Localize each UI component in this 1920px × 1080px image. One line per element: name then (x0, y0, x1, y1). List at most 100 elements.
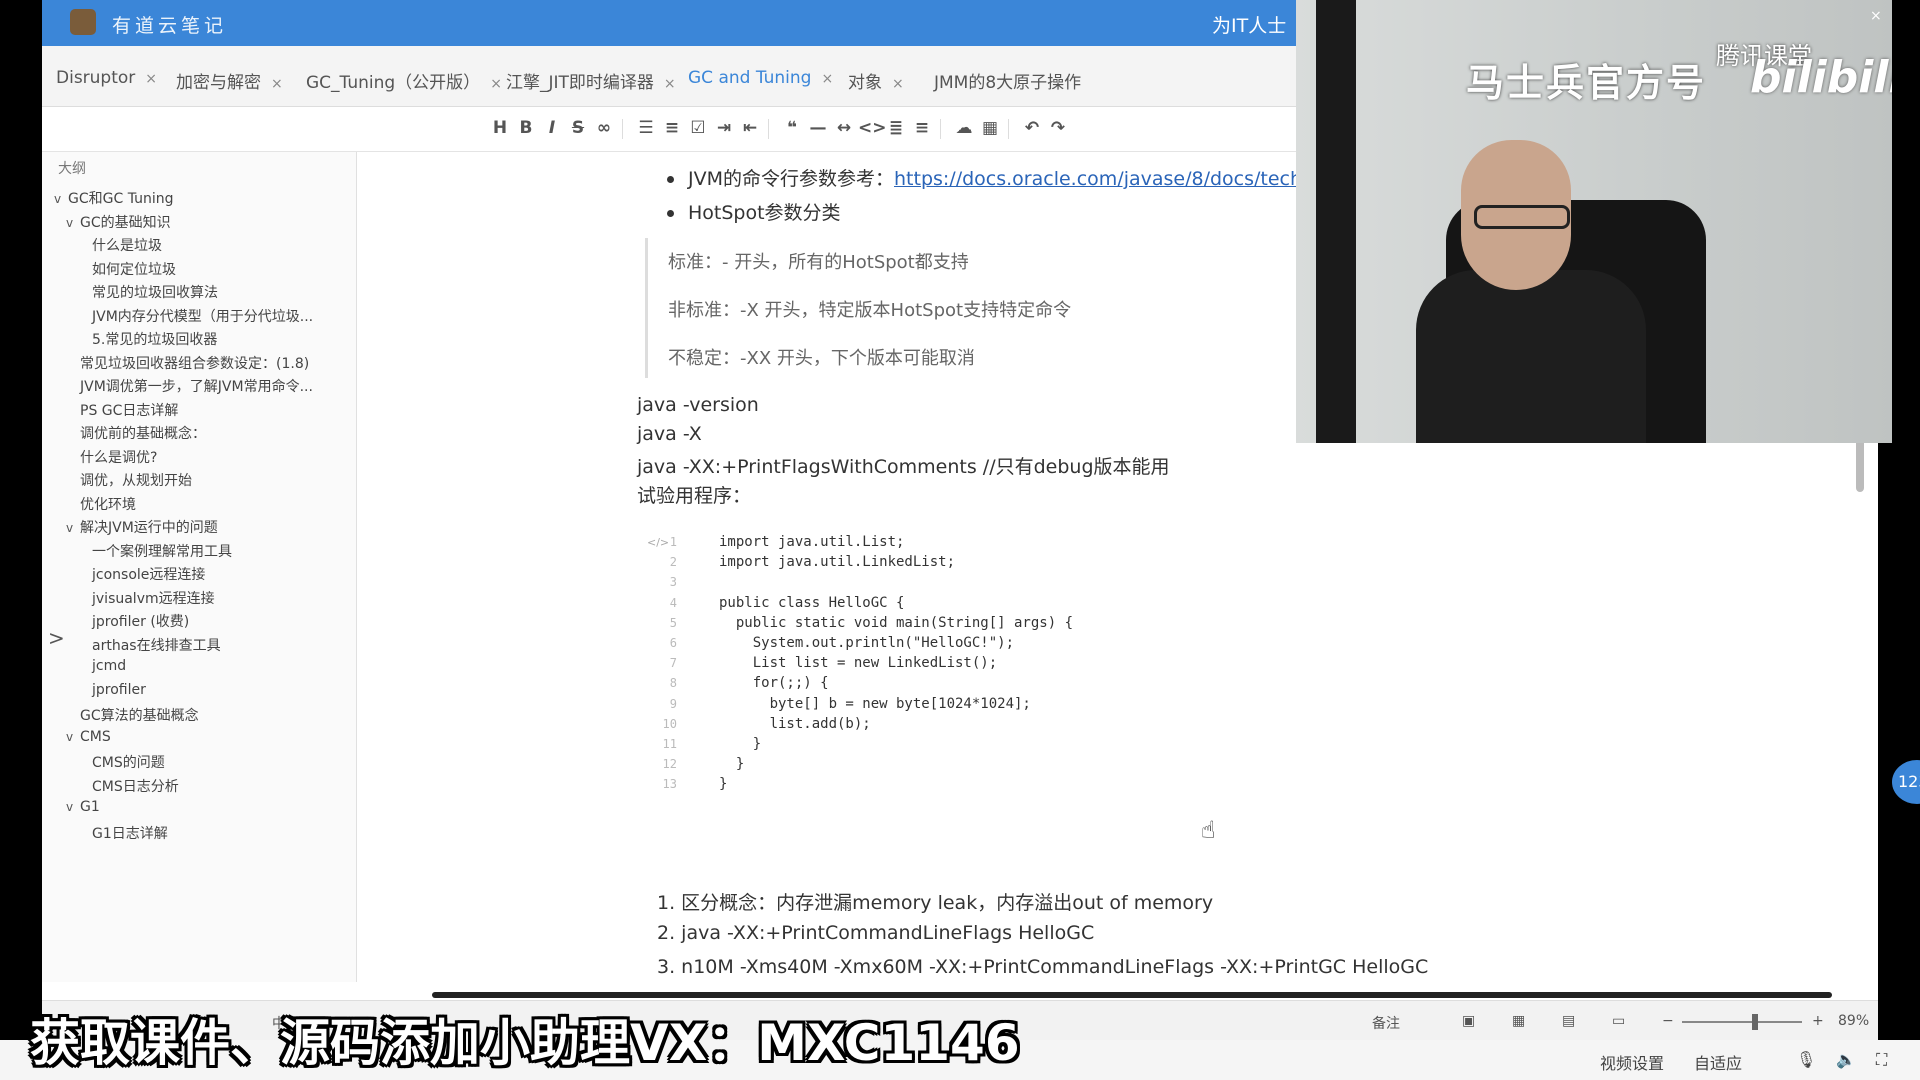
outline-item[interactable]: jvisualvm远程连接 (92, 588, 215, 608)
outline-item[interactable]: 常见垃圾回收器组合参数设定：(1.8) (80, 353, 309, 373)
outline-item[interactable]: v GC的基础知识 (66, 212, 171, 232)
outline-item[interactable]: 一个案例理解常用工具 (92, 541, 232, 561)
view-present-icon[interactable]: ▭ (1612, 1013, 1625, 1029)
zoom-out-button[interactable]: − (1662, 1013, 1674, 1029)
link-card-icon[interactable]: ↔ (832, 117, 856, 139)
align-icon[interactable]: ≣ (884, 117, 908, 139)
outline-item[interactable]: PS GC日志详解 (80, 400, 178, 420)
close-icon[interactable]: × (1870, 8, 1882, 24)
quote-line-nonstandard: 非标准：-X 开头，特定版本HotSpot支持特定命令 (668, 300, 1072, 321)
sidebar-expand-icon[interactable]: > (48, 626, 65, 650)
outdent-icon[interactable]: ⇤ (738, 117, 762, 139)
tab-jmm[interactable]: JMM的8大原子操作 (934, 68, 1081, 93)
outline-item[interactable]: v 解决JVM运行中的问题 (66, 517, 218, 537)
undo-icon[interactable]: ↶ (1020, 117, 1044, 139)
heading-icon[interactable]: H (488, 117, 512, 139)
checklist-icon[interactable]: ☑ (686, 117, 710, 139)
outline-item[interactable]: 常见的垃圾回收算法 (92, 282, 218, 302)
cloud-icon[interactable]: ☁ (952, 117, 976, 139)
notes-button[interactable]: 备注 (1372, 1013, 1400, 1033)
outline-item[interactable]: 优化环境 (80, 494, 136, 514)
code-icon[interactable]: <> (858, 117, 887, 139)
chevron-down-icon[interactable]: v (66, 800, 80, 814)
outline-item[interactable]: GC算法的基础概念 (80, 705, 199, 725)
redo-icon[interactable]: ↷ (1046, 117, 1070, 139)
numbered-list-icon[interactable]: ≡ (660, 117, 684, 139)
code-block[interactable]: 1 import java.util.List; 2 import java.util… (657, 534, 1377, 854)
video-settings-button[interactable]: 视频设置 (1600, 1050, 1664, 1074)
adaptive-button[interactable]: 自适应 (1694, 1050, 1742, 1074)
outline-item-label: CMS (80, 728, 111, 745)
outline-item[interactable]: v G1 (66, 799, 100, 815)
chevron-down-icon[interactable]: v (66, 730, 80, 744)
outline-item[interactable]: v GC和GC Tuning (54, 188, 174, 208)
oracle-docs-link[interactable]: https://docs.oracle.com/javase/8/docs/te… (894, 168, 1326, 190)
bold-icon[interactable]: B (514, 117, 538, 139)
outline-item[interactable]: 5.常见的垃圾回收器 (92, 329, 217, 349)
outline-item[interactable]: jconsole远程连接 (92, 564, 205, 584)
outline-item[interactable]: CMS日志分析 (92, 776, 179, 796)
tab-close-icon[interactable]: × (821, 71, 833, 87)
link-icon[interactable]: ∞ (592, 117, 616, 139)
code-text: byte[] b = new byte[1024*1024]; (719, 695, 1031, 712)
tab-jit-compiler[interactable]: 江擎_JIT即时编译器 × (506, 68, 676, 93)
horizontal-rule-icon[interactable]: — (806, 117, 830, 139)
chevron-down-icon[interactable]: v (54, 192, 68, 206)
outline-item-label: GC算法的基础概念 (80, 708, 199, 724)
fullscreen-icon[interactable]: ⛶ (1876, 1050, 1887, 1070)
tab-close-icon[interactable]: × (145, 71, 157, 87)
view-grid-icon[interactable]: ▦ (1512, 1013, 1525, 1029)
outline-item[interactable]: CMS的问题 (92, 752, 165, 772)
tab-close-icon[interactable]: × (664, 76, 676, 92)
floating-badge[interactable]: 123 (1892, 760, 1920, 804)
tab-gc-and-tuning[interactable]: GC and Tuning × (688, 68, 833, 88)
tab-close-icon[interactable]: × (892, 76, 904, 92)
outline-item[interactable]: JVM内存分代模型（用于分代垃圾... (92, 306, 313, 326)
view-book-icon[interactable]: ▤ (1562, 1013, 1575, 1029)
strikethrough-icon[interactable]: S (566, 117, 590, 139)
outline-item[interactable]: 如何定位垃圾 (92, 259, 176, 279)
line-number: 3 (669, 575, 677, 590)
code-line: 13} (657, 776, 728, 792)
numbered-item: 1. 区分概念：内存泄漏memory leak，内存溢出out of memor… (657, 892, 1214, 914)
code-line: 9 byte[] b = new byte[1024*1024]; (657, 696, 1031, 712)
outline-item[interactable]: 什么是垃圾 (92, 235, 162, 255)
quote-icon[interactable]: ❝ (780, 117, 804, 139)
format-icon[interactable]: ≡ (910, 117, 934, 139)
chevron-down-icon[interactable]: v (66, 521, 80, 535)
volume-icon[interactable]: 🔈 (1836, 1050, 1856, 1069)
zoom-slider[interactable] (1682, 1021, 1802, 1023)
zoom-slider-handle[interactable] (1752, 1014, 1758, 1030)
tab-close-icon[interactable]: × (490, 76, 502, 92)
zoom-in-button[interactable]: + (1812, 1013, 1824, 1029)
outline-item[interactable]: jprofiler (92, 682, 146, 698)
outline-item[interactable]: arthas在线排查工具 (92, 635, 221, 655)
outline-item[interactable]: 调优，从规划开始 (80, 470, 192, 490)
tab-object[interactable]: 对象 × (848, 68, 904, 93)
outline-item-label: GC和GC Tuning (68, 191, 174, 207)
tab-encryption[interactable]: 加密与解密 × (176, 68, 283, 93)
tab-disruptor[interactable]: Disruptor × (56, 68, 157, 88)
outline-item[interactable]: jprofiler (收费) (92, 611, 189, 631)
outline-item[interactable]: v CMS (66, 729, 111, 745)
tab-close-icon[interactable]: × (271, 76, 283, 92)
italic-icon[interactable]: I (540, 117, 564, 139)
indent-icon[interactable]: ⇥ (712, 117, 736, 139)
chevron-down-icon[interactable]: v (66, 216, 80, 230)
outline-item[interactable]: G1日志详解 (92, 823, 168, 843)
code-text: for(;;) { (719, 675, 829, 692)
outline-item[interactable]: 什么是调优? (80, 447, 157, 467)
tab-gc-tuning-public[interactable]: GC_Tuning（公开版） × (306, 68, 502, 93)
bullet-list-icon[interactable]: ☰ (634, 117, 658, 139)
line-number: 9 (669, 696, 677, 711)
code-line: 11 } (657, 736, 762, 752)
outline-item[interactable]: JVM调优第一步，了解JVM常用命令... (80, 376, 313, 396)
outline-item-label: 优化环境 (80, 496, 136, 513)
horizontal-scrollbar[interactable] (432, 992, 1832, 998)
outline-item[interactable]: 调优前的基础概念： (80, 423, 206, 443)
outline-item[interactable]: jcmd (92, 658, 126, 674)
tab-label: GC and Tuning (688, 68, 812, 88)
mic-icon[interactable]: 🎙 (1796, 1050, 1816, 1069)
table-icon[interactable]: ▦ (978, 117, 1002, 139)
view-normal-icon[interactable]: ▣ (1462, 1013, 1475, 1029)
